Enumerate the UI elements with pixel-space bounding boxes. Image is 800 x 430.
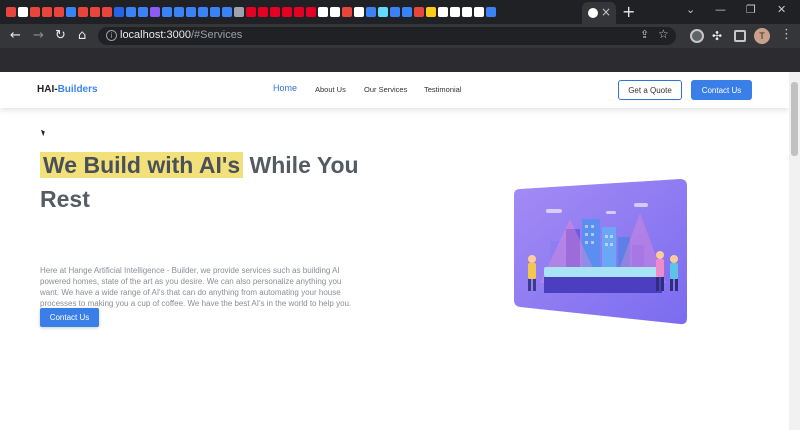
share-icon[interactable]: ⇪ xyxy=(640,28,649,41)
tab-favicon-icon[interactable] xyxy=(294,7,304,17)
nav-our-services[interactable]: Our Services xyxy=(364,85,407,94)
logo-suffix: Builders xyxy=(57,84,98,95)
tab-favicon-icon[interactable] xyxy=(30,7,40,17)
side-panel-icon[interactable] xyxy=(734,30,746,42)
tab-favicon-icon[interactable] xyxy=(486,7,496,17)
tab-favicon-icon[interactable] xyxy=(426,7,436,17)
tab-search-icon[interactable]: ⌄ xyxy=(686,3,695,16)
tab-favicon-icon[interactable] xyxy=(162,7,172,17)
tab-favicon-icon[interactable] xyxy=(222,7,232,17)
site-logo[interactable]: HAI-Builders xyxy=(37,84,98,95)
url-text[interactable]: localhost:3000/#Services xyxy=(120,29,242,41)
website-page: HAI-Builders Home About Us Our Services … xyxy=(0,72,789,430)
tab-favicon-icon[interactable] xyxy=(474,7,484,17)
browser-tab-strip: × + ⌄ — ❐ ✕ xyxy=(0,0,800,24)
extensions-puzzle-icon[interactable]: ✣ xyxy=(712,27,722,45)
extension-g-icon[interactable] xyxy=(690,29,704,43)
tab-favicon-icon[interactable] xyxy=(270,7,280,17)
page-scrollbar[interactable] xyxy=(789,72,800,430)
logo-prefix: HAI- xyxy=(37,84,58,95)
profile-avatar[interactable]: T xyxy=(754,28,770,44)
tab-favicon-icon[interactable] xyxy=(66,7,76,17)
tab-favicon-icon[interactable] xyxy=(198,7,208,17)
tab-favicon-icon[interactable] xyxy=(150,7,160,17)
tab-favicon-icon[interactable] xyxy=(282,7,292,17)
bookmark-star-icon[interactable]: ☆ xyxy=(658,27,669,41)
mouse-cursor-icon xyxy=(40,128,47,137)
tab-favicon-icon[interactable] xyxy=(390,7,400,17)
hero-description: Here at Hange Artificial Intelligence - … xyxy=(40,266,352,308)
forward-icon[interactable]: → xyxy=(33,27,44,45)
hero-title-highlight: We Build with AI's xyxy=(40,152,244,178)
back-icon[interactable]: ← xyxy=(10,27,21,45)
close-window-icon[interactable]: ✕ xyxy=(777,3,786,16)
get-quote-button[interactable]: Get a Quote xyxy=(618,80,682,100)
tab-favicon-icon[interactable] xyxy=(234,7,244,17)
tab-favicon-icon[interactable] xyxy=(402,7,412,17)
tab-favicon-icon[interactable] xyxy=(138,7,148,17)
site-info-icon[interactable]: i xyxy=(106,30,117,41)
home-icon[interactable]: ⌂ xyxy=(78,27,86,45)
platform-base xyxy=(544,277,662,293)
nav-testimonial[interactable]: Testimonial xyxy=(424,85,462,94)
tab-favicon-icon[interactable] xyxy=(414,7,424,17)
active-tab[interactable]: × xyxy=(582,2,616,24)
react-favicon-icon xyxy=(588,8,598,18)
close-tab-icon[interactable]: × xyxy=(601,5,611,19)
tab-favicon-icon[interactable] xyxy=(186,7,196,17)
browser-menu-icon[interactable]: ⋮ xyxy=(780,27,793,42)
tab-favicon-icon[interactable] xyxy=(330,7,340,17)
maximize-icon[interactable]: ❐ xyxy=(746,3,756,16)
tab-favicons[interactable] xyxy=(6,4,496,20)
page-top-band xyxy=(0,48,800,72)
tab-favicon-icon[interactable] xyxy=(450,7,460,17)
tab-favicon-icon[interactable] xyxy=(126,7,136,17)
nav-about-us[interactable]: About Us xyxy=(315,85,346,94)
tab-favicon-icon[interactable] xyxy=(366,7,376,17)
reload-icon[interactable]: ↻ xyxy=(55,27,66,45)
tab-favicon-icon[interactable] xyxy=(258,7,268,17)
minimize-icon[interactable]: — xyxy=(715,3,726,16)
tab-favicon-icon[interactable] xyxy=(462,7,472,17)
url-path: /#Services xyxy=(190,29,243,41)
tab-favicon-icon[interactable] xyxy=(54,7,64,17)
header-contact-button[interactable]: Contact Us xyxy=(691,80,752,100)
smart-city-illustration xyxy=(514,179,687,325)
url-host: localhost:3000 xyxy=(120,29,191,41)
address-bar[interactable]: i localhost:3000/#Services ⇪ ☆ xyxy=(98,27,676,45)
tab-favicon-icon[interactable] xyxy=(354,7,364,17)
tab-favicon-icon[interactable] xyxy=(378,7,388,17)
tab-favicon-icon[interactable] xyxy=(42,7,52,17)
browser-toolbar: ← → ↻ ⌂ i localhost:3000/#Services ⇪ ☆ ✣… xyxy=(0,24,800,48)
nav-home[interactable]: Home xyxy=(273,83,297,93)
tab-favicon-icon[interactable] xyxy=(18,7,28,17)
site-header: HAI-Builders Home About Us Our Services … xyxy=(0,72,789,108)
tab-favicon-icon[interactable] xyxy=(306,7,316,17)
tab-favicon-icon[interactable] xyxy=(102,7,112,17)
scrollbar-thumb[interactable] xyxy=(791,82,798,156)
hero-contact-button[interactable]: Contact Us xyxy=(40,308,99,327)
platform-top xyxy=(544,267,662,277)
tab-favicon-icon[interactable] xyxy=(174,7,184,17)
tab-favicon-icon[interactable] xyxy=(78,7,88,17)
tab-favicon-icon[interactable] xyxy=(318,7,328,17)
tab-favicon-icon[interactable] xyxy=(210,7,220,17)
tab-favicon-icon[interactable] xyxy=(246,7,256,17)
tab-favicon-icon[interactable] xyxy=(438,7,448,17)
new-tab-button[interactable]: + xyxy=(622,2,635,21)
tab-favicon-icon[interactable] xyxy=(342,7,352,17)
tab-favicon-icon[interactable] xyxy=(6,7,16,17)
tab-favicon-icon[interactable] xyxy=(90,7,100,17)
tab-favicon-icon[interactable] xyxy=(114,7,124,17)
hero-title: We Build with AI's While You Rest xyxy=(40,148,380,216)
